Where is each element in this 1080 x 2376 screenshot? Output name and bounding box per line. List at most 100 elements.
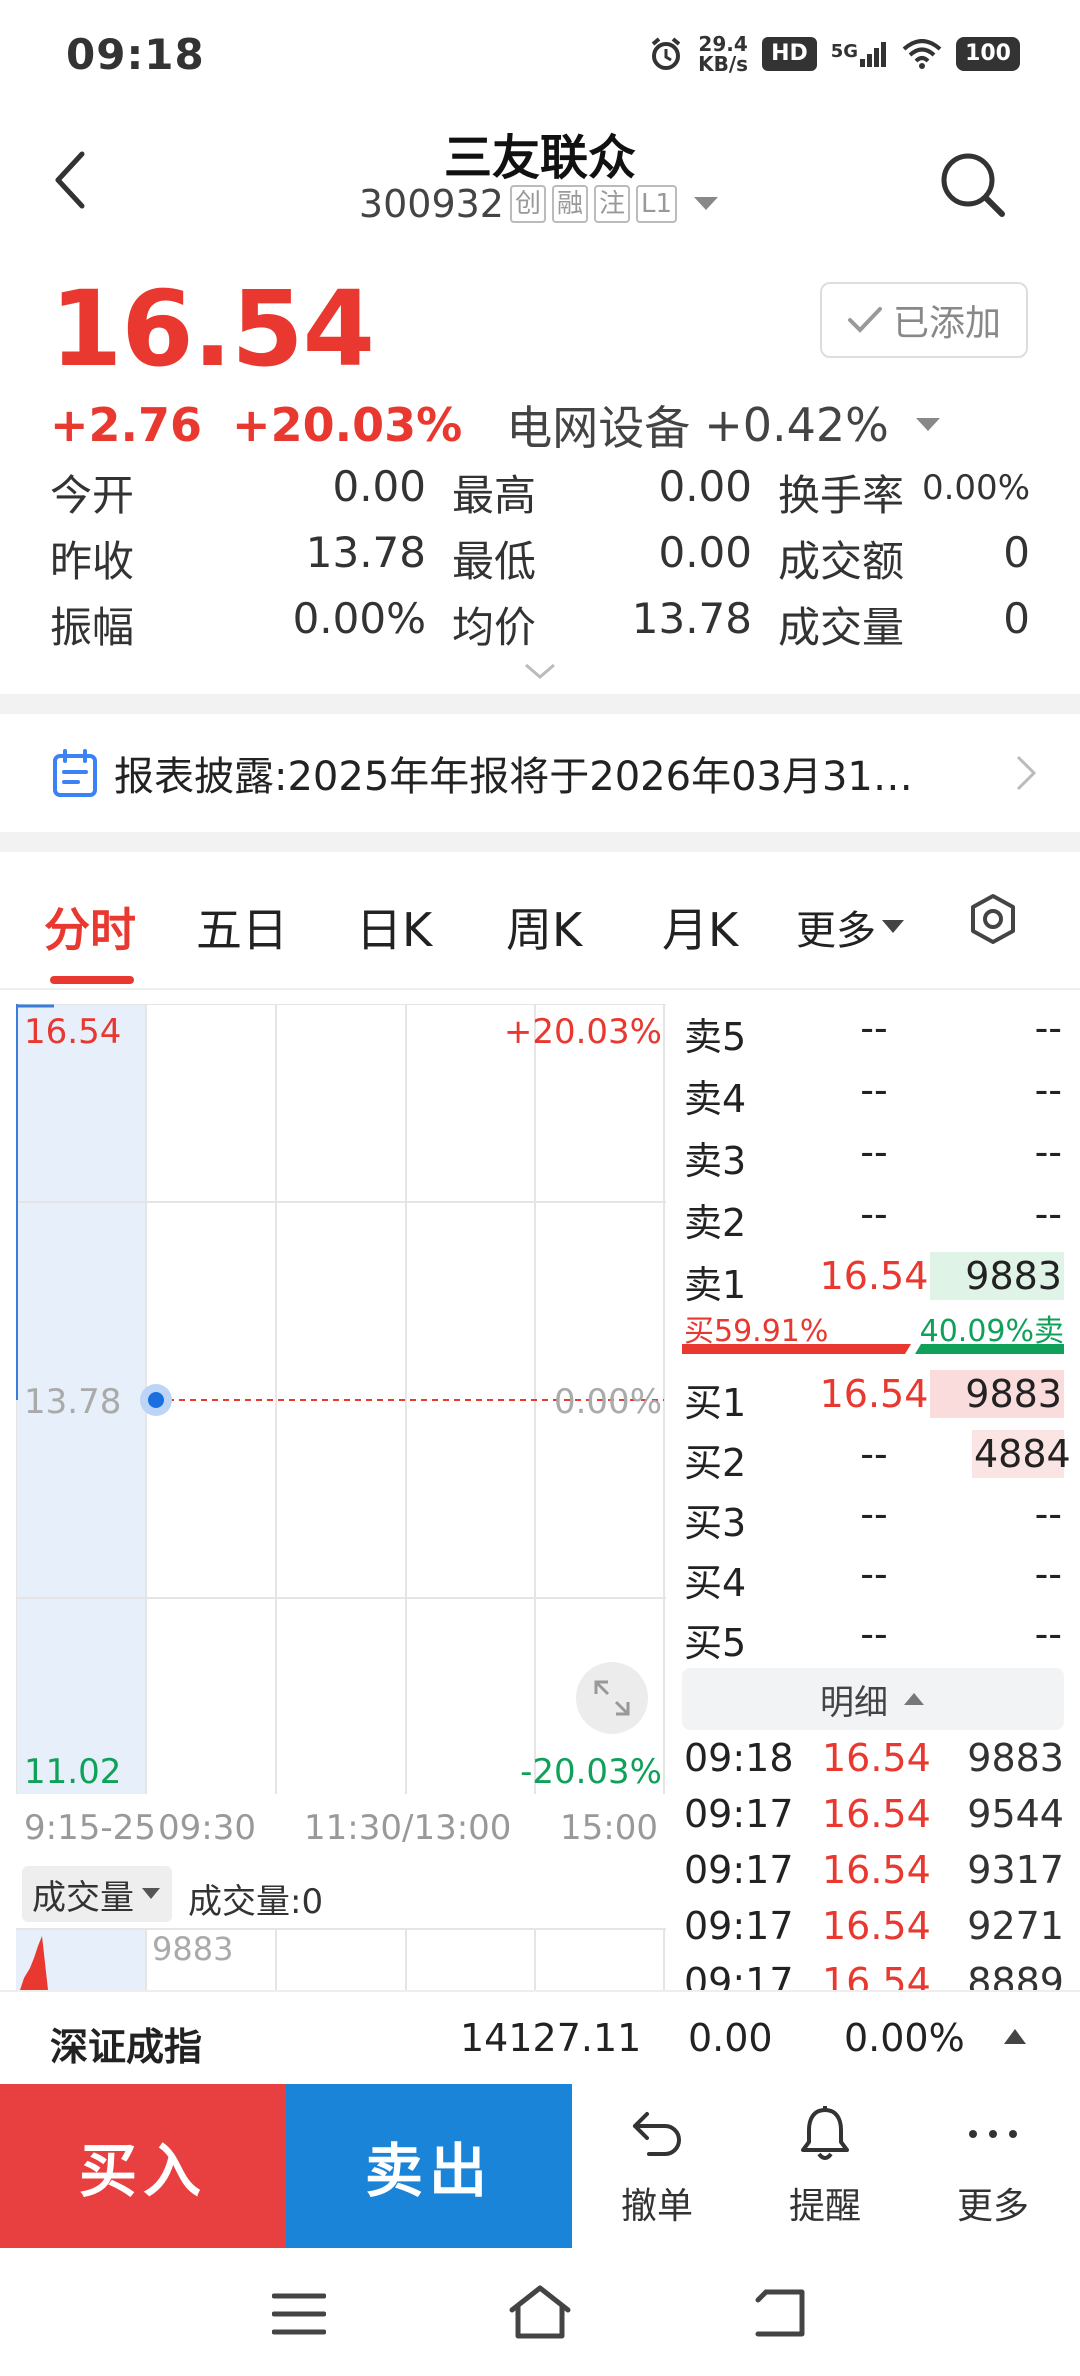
chevron-right-icon (1016, 755, 1037, 791)
tab-daily-k[interactable]: 日K (356, 894, 432, 960)
time-tick-midday: 11:30/13:00 (304, 1808, 512, 1848)
menu-icon[interactable] (272, 2292, 326, 2336)
tick-row: 09:17 16.54 9271 (684, 1904, 1064, 1948)
volume-caret-icon (142, 1888, 160, 1899)
tag-rong: 融 (552, 185, 589, 223)
stock-name: 三友联众 (443, 130, 636, 186)
calendar-icon (53, 749, 97, 797)
time-axis: 9:15-25 09:30 11:30/13:00 15:00 (16, 1808, 666, 1852)
more-dots-icon (969, 2130, 1017, 2138)
stat-prev-close: 昨收 (50, 537, 135, 586)
signal-icon: 5G (831, 41, 888, 67)
bid-row-5: 买5 -- -- (684, 1612, 1062, 1665)
cancel-order-button[interactable]: 撤单 (592, 2104, 722, 2229)
tab-five-day[interactable]: 五日 (196, 894, 288, 960)
stat-amplitude: 振幅 (50, 603, 135, 652)
index-ticker[interactable]: 深证成指 14127.11 0.00 0.00% (0, 1990, 1080, 2084)
tick-row: 09:17 16.54 9544 (684, 1792, 1064, 1836)
stat-low-value: 0.00 (658, 528, 752, 577)
index-change: 0.00 (688, 2016, 773, 2060)
chart-settings-icon[interactable] (966, 892, 1020, 946)
system-navigation-bar (0, 2248, 1080, 2376)
current-price: 16.54 (50, 268, 375, 390)
added-watchlist-button[interactable]: 已添加 (820, 282, 1028, 358)
sector-caret-icon (915, 418, 940, 431)
ask-row-1: 卖1 16.54 9883 (684, 1252, 1064, 1307)
volume-indicator-select[interactable]: 成交量 (22, 1866, 172, 1922)
sector-name: 电网设备 (506, 401, 691, 455)
stat-open-value: 0.00 (332, 462, 426, 511)
detail-toggle[interactable]: 明细 (682, 1668, 1064, 1730)
intraday-chart[interactable]: 16.54 +20.03% 13.78 0.00% 11.02 -20.03% (15, 1003, 666, 1797)
notice-text: 报表披露:2025年年报将于2026年03月31… (114, 754, 913, 800)
stock-header: 三友联众 300932 创 融 注 L1 (0, 110, 1080, 260)
tag-zhu: 注 (594, 185, 631, 223)
stat-turnover-value: 0.00% (921, 468, 1030, 508)
stat-high: 最高 (452, 471, 537, 520)
axis-pct-mid: 0.00% (553, 1382, 662, 1422)
report-notice[interactable]: 报表披露:2025年年报将于2026年03月31… (0, 714, 1080, 832)
ask-row-5: 卖5 -- -- (684, 1006, 1062, 1059)
status-bar: 09:18 29.4 KB/s HD 5G 100 (0, 0, 1080, 110)
tag-level: L1 (636, 185, 678, 223)
stat-turnover: 换手率 (778, 471, 905, 520)
axis-pct-low: -20.03% (520, 1752, 662, 1792)
ask-row-2: 卖2 -- -- (684, 1192, 1062, 1245)
time-tick-preopen: 9:15-25 (24, 1808, 156, 1848)
stat-amount: 成交额 (778, 537, 905, 586)
ask-row-4: 卖4 -- -- (684, 1068, 1062, 1121)
bid-row-4: 买4 -- -- (684, 1552, 1062, 1605)
tick-list[interactable]: 09:18 16.54 9883 09:17 16.54 9544 09:17 … (682, 1736, 1064, 1990)
status-time: 09:18 (66, 30, 205, 79)
buy-button[interactable]: 买入 (0, 2084, 286, 2248)
section-divider (0, 694, 1080, 714)
tab-weekly-k[interactable]: 周K (506, 894, 582, 960)
bid-row-2: 买2 -- 4884 (684, 1430, 1071, 1485)
tab-more[interactable]: 更多 (796, 898, 906, 956)
stock-code-row[interactable]: 300932 创 融 注 L1 (0, 182, 1080, 226)
home-icon[interactable] (506, 2284, 574, 2340)
expand-stats-icon[interactable] (523, 662, 557, 680)
undo-icon (633, 2112, 681, 2156)
stat-high-value: 0.00 (658, 462, 752, 511)
alarm-icon (651, 37, 681, 70)
sell-button[interactable]: 卖出 (286, 2084, 572, 2248)
current-dot (148, 1392, 164, 1408)
alert-button[interactable]: 提醒 (760, 2104, 890, 2229)
index-name: 深证成指 (50, 2025, 203, 2069)
buy-sell-ratio: 买59.91% 40.09%卖 (682, 1306, 1064, 1354)
stat-avg: 均价 (452, 603, 537, 652)
buy-ratio-bar (682, 1344, 911, 1354)
search-icon[interactable] (938, 150, 1008, 220)
sell-ratio-label: 40.09%卖 (919, 1314, 1064, 1349)
more-caret-icon (882, 920, 904, 933)
tab-monthly-k[interactable]: 月K (662, 894, 738, 960)
stat-volume-value: 0 (1003, 594, 1030, 643)
axis-price-low: 11.02 (24, 1752, 122, 1792)
stat-avg-value: 13.78 (631, 594, 752, 643)
detail-caret-icon (904, 1693, 924, 1705)
stat-amplitude-value: 0.00% (292, 594, 426, 643)
trade-action-bar: 买入 卖出 撤单 提醒 更多 (0, 2084, 1080, 2248)
stat-prev-close-value: 13.78 (305, 528, 426, 577)
volume-readout: 成交量:0 (188, 1882, 324, 1922)
back-nav-icon[interactable] (750, 2288, 810, 2338)
stat-volume: 成交量 (778, 603, 905, 652)
dropdown-caret-icon (694, 197, 719, 210)
sell-ratio-bar (915, 1344, 1064, 1354)
index-expand-icon[interactable] (1002, 2026, 1028, 2046)
tick-row: 09:18 16.54 9883 (684, 1736, 1064, 1780)
sector-pct: +0.42% (704, 398, 889, 452)
tab-intraday[interactable]: 分时 (44, 894, 136, 960)
sector-link[interactable]: 电网设备 +0.42% (506, 392, 943, 458)
buy-ratio-label: 买59.91% (684, 1314, 829, 1349)
tick-row: 09:17 16.54 8889 (684, 1960, 1064, 1990)
expand-chart-icon[interactable] (592, 1678, 632, 1718)
added-label: 已添加 (892, 303, 1001, 344)
hd-icon: HD (762, 37, 817, 71)
index-value: 14127.11 (460, 2016, 642, 2060)
volume-max-label: 9883 (152, 1930, 234, 1968)
more-actions-button[interactable]: 更多 (928, 2104, 1058, 2229)
stat-low: 最低 (452, 537, 537, 586)
bid-row-3: 买3 -- -- (684, 1492, 1062, 1545)
